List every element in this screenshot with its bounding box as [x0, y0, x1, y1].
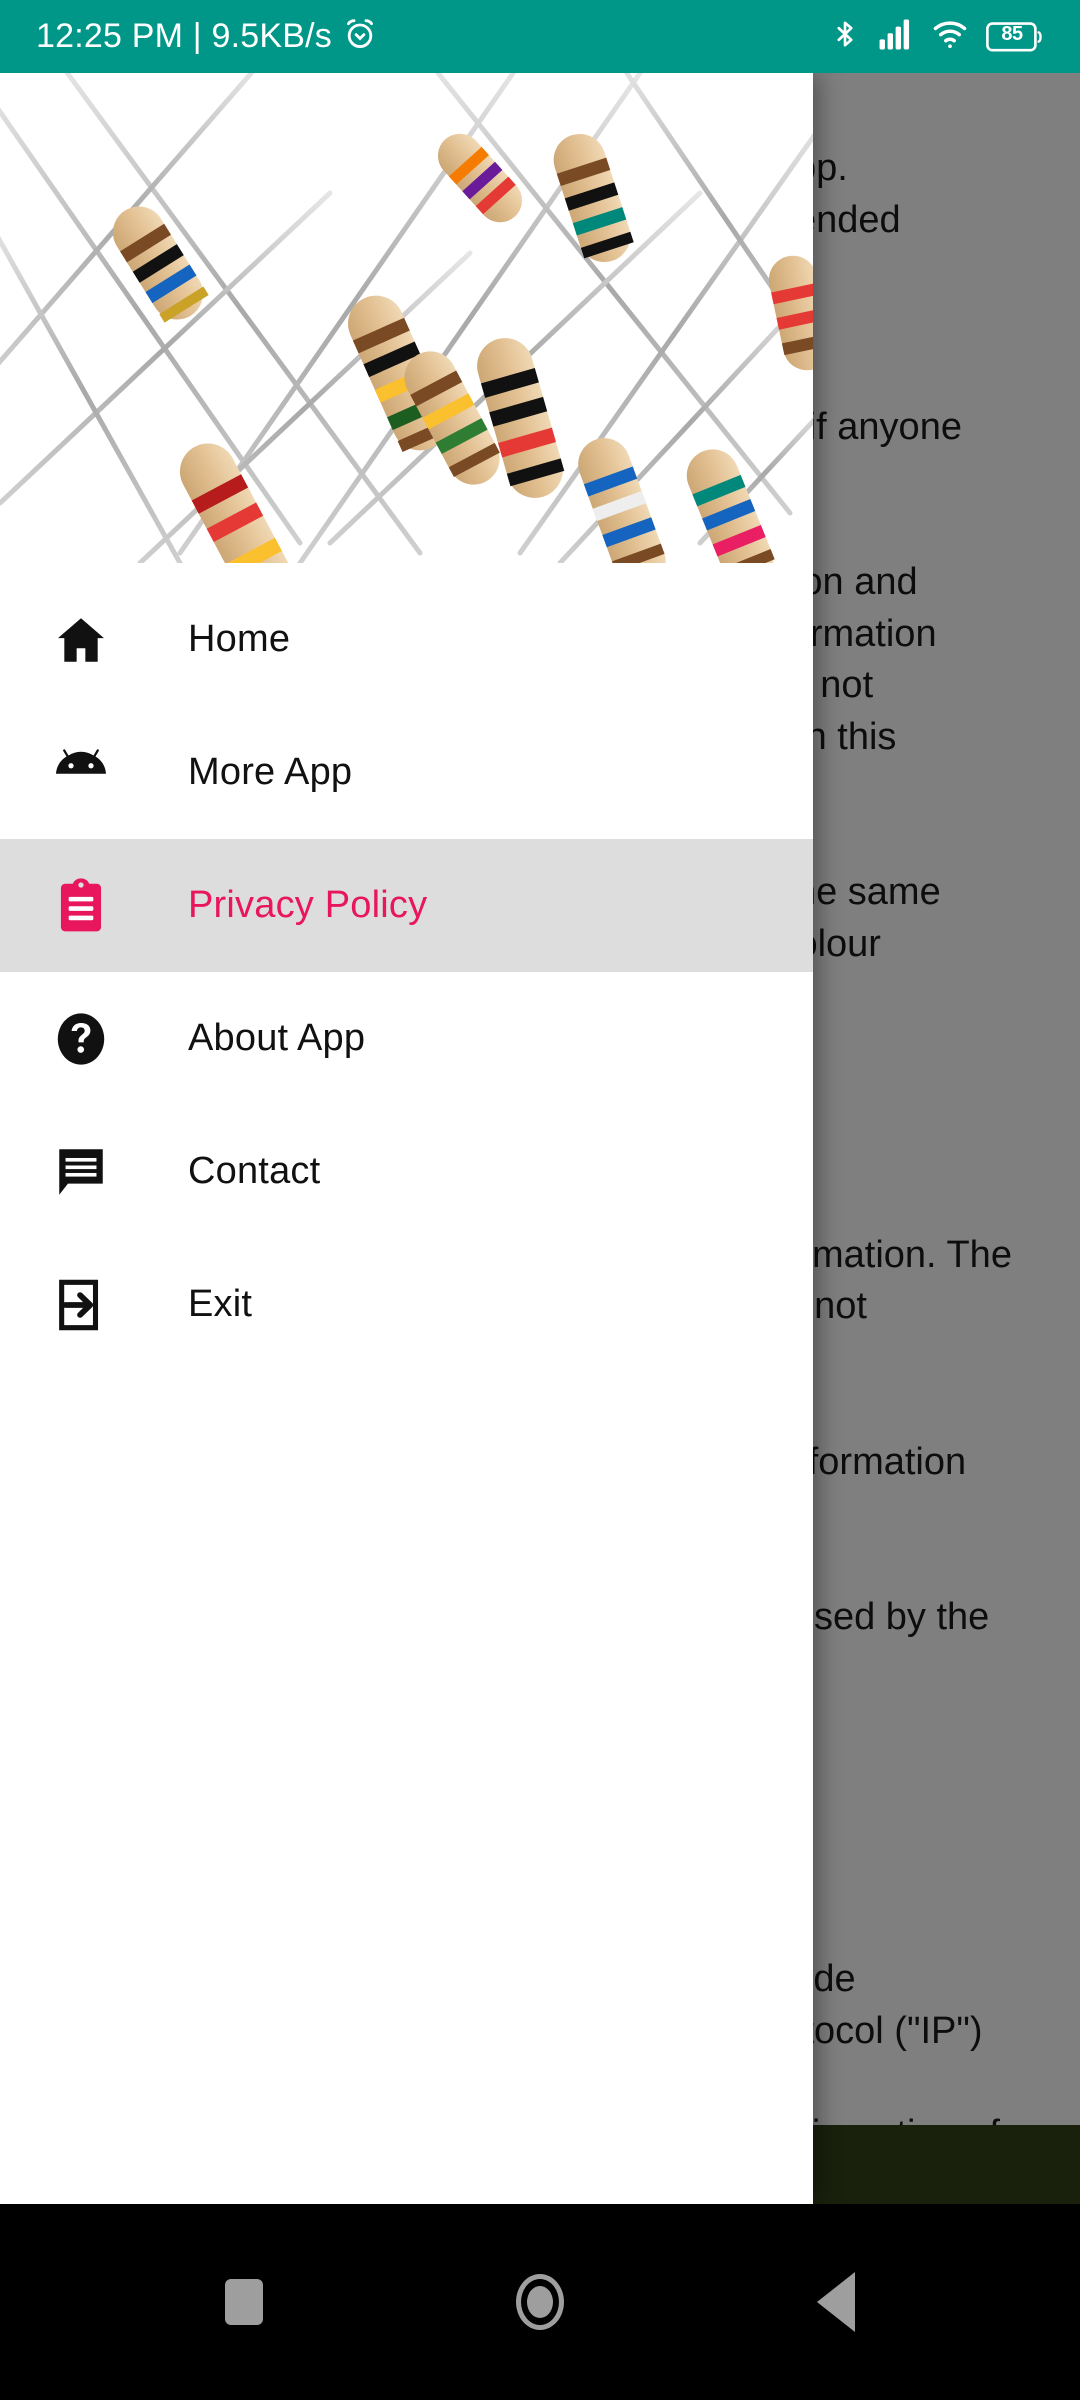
menu-item-label: Contact — [188, 1150, 321, 1192]
menu-item-label: Exit — [188, 1283, 253, 1325]
menu-item-more-app[interactable]: More App — [0, 706, 813, 839]
drawer-menu-list: Home More App Privacy Policy About App C… — [0, 563, 813, 1371]
cellular-signal-icon — [876, 17, 914, 56]
menu-item-label: More App — [188, 751, 353, 793]
menu-item-home[interactable]: Home — [0, 573, 813, 706]
android-robot-icon — [48, 740, 114, 806]
menu-item-about-app[interactable]: About App — [0, 972, 813, 1105]
battery-icon: 85 — [986, 20, 1044, 54]
exit-arrow-icon — [48, 1272, 114, 1338]
phone-screen: Resistor Colour Code Calculator is a Fre… — [0, 0, 1080, 2400]
clipboard-list-icon — [48, 873, 114, 939]
menu-item-contact[interactable]: Contact — [0, 1105, 813, 1238]
system-navigation-bar — [0, 2204, 1080, 2400]
navigation-drawer: Home More App Privacy Policy About App C… — [0, 73, 813, 2204]
status-bar: 12:25 PM | 9.5KB/s 85 — [0, 0, 1080, 73]
menu-item-label: About App — [188, 1017, 366, 1059]
back-button[interactable] — [791, 2257, 881, 2347]
recents-square-icon — [225, 2279, 263, 2325]
chat-bubble-icon — [48, 1139, 114, 1205]
menu-item-exit[interactable]: Exit — [0, 1238, 813, 1371]
wifi-icon — [930, 17, 970, 56]
bluetooth-icon — [830, 16, 860, 57]
status-clock-and-network-speed: 12:25 PM | 9.5KB/s — [36, 17, 332, 55]
recents-button[interactable] — [199, 2257, 289, 2347]
menu-item-label: Privacy Policy — [188, 884, 428, 926]
menu-item-privacy-policy[interactable]: Privacy Policy — [0, 839, 813, 972]
help-circle-icon — [48, 1006, 114, 1072]
home-button[interactable] — [495, 2257, 585, 2347]
home-circle-icon — [516, 2274, 564, 2330]
battery-percentage-label: 85 — [1001, 23, 1023, 45]
menu-item-label: Home — [188, 618, 291, 660]
alarm-clock-icon — [342, 16, 378, 57]
back-triangle-icon — [817, 2272, 855, 2332]
home-icon — [48, 607, 114, 673]
status-bar-right: 85 — [830, 16, 1044, 57]
status-bar-left: 12:25 PM | 9.5KB/s — [36, 16, 378, 57]
drawer-header-image — [0, 73, 813, 563]
